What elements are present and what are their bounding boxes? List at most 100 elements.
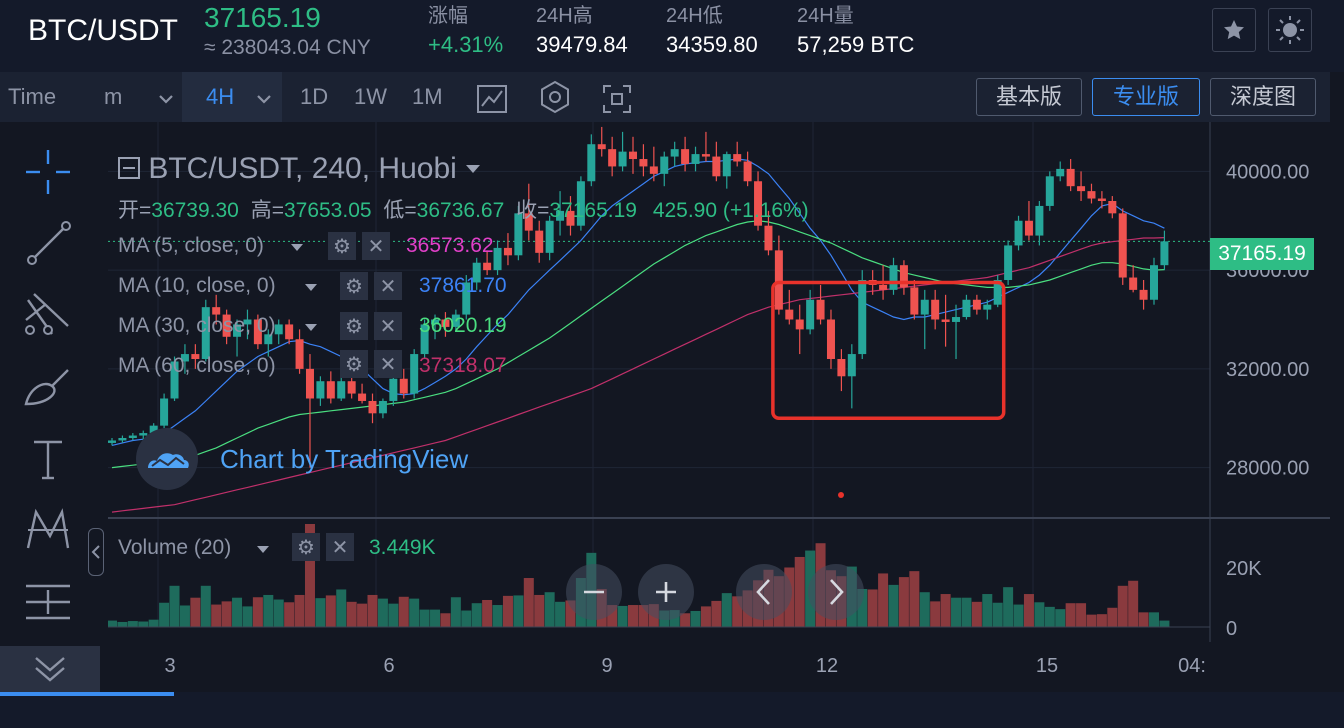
volume-bar bbox=[930, 601, 941, 627]
interval-1d[interactable]: 1D bbox=[300, 72, 328, 122]
price-tick-label: 28000.00 bbox=[1226, 458, 1309, 480]
volume-bar bbox=[1107, 607, 1118, 627]
chart-type-button[interactable] bbox=[476, 82, 508, 113]
crosshair-tool[interactable] bbox=[22, 146, 74, 198]
volume-bar bbox=[117, 621, 128, 627]
measure-tool[interactable] bbox=[22, 576, 74, 628]
close-icon: ✕ bbox=[379, 315, 397, 338]
minus-icon bbox=[584, 590, 604, 594]
interval-1w[interactable]: 1W bbox=[354, 72, 387, 122]
minute-label: m bbox=[104, 84, 123, 109]
candle-body bbox=[649, 166, 658, 174]
interval-4h-selector[interactable]: 4H bbox=[182, 72, 282, 122]
interval-1m[interactable]: 1M bbox=[412, 72, 443, 122]
view-pro-button[interactable]: 专业版 bbox=[1092, 78, 1200, 116]
ma5-remove-button[interactable]: ✕ bbox=[362, 232, 390, 260]
ma5-settings-button[interactable]: ⚙ bbox=[328, 232, 356, 260]
candle-body bbox=[1024, 220, 1033, 236]
candle-body bbox=[608, 149, 617, 167]
zoom-out-button[interactable] bbox=[566, 564, 622, 620]
ma30-settings-button[interactable]: ⚙ bbox=[340, 312, 368, 340]
candle-body bbox=[118, 438, 127, 441]
gear-icon: ⚙ bbox=[333, 235, 351, 258]
volume-bar bbox=[867, 589, 878, 627]
volume-bar bbox=[377, 598, 388, 627]
volume-bar bbox=[888, 584, 899, 627]
gear-icon: ⚙ bbox=[345, 353, 363, 376]
volume-bar bbox=[148, 619, 159, 627]
volume-bar bbox=[690, 610, 701, 627]
caret-down-icon[interactable] bbox=[304, 283, 318, 292]
time-tick-label: 15 bbox=[1036, 655, 1058, 677]
tradingview-logo bbox=[136, 428, 198, 490]
brush-tool[interactable] bbox=[22, 362, 74, 414]
pair-name[interactable]: BTC/USDT bbox=[28, 14, 178, 48]
crosshair-icon bbox=[26, 150, 70, 194]
stat-value: 34359.80 bbox=[666, 32, 758, 57]
volume-bar bbox=[982, 594, 993, 627]
collapse-tools-button[interactable] bbox=[0, 646, 100, 692]
candle-body bbox=[847, 354, 856, 377]
caret-down-icon[interactable] bbox=[465, 164, 481, 174]
candle-body bbox=[826, 319, 835, 359]
price-chart[interactable]: 40000.00 36000.00 32000.00 28000.00 20K 0 3 6 9 1… bbox=[108, 122, 1330, 677]
volume-bar bbox=[284, 602, 295, 627]
pitchfork-tool[interactable] bbox=[22, 290, 74, 342]
candle-body bbox=[274, 324, 283, 335]
gear-icon: ⚙ bbox=[345, 315, 363, 338]
ma10-settings-button[interactable]: ⚙ bbox=[340, 272, 368, 300]
volume-bar bbox=[544, 592, 555, 627]
volume-bar bbox=[502, 595, 513, 627]
volume-bar bbox=[628, 605, 638, 627]
volume-bar bbox=[450, 597, 461, 627]
ma30-remove-button[interactable]: ✕ bbox=[374, 312, 402, 340]
view-basic-button[interactable]: 基本版 bbox=[976, 78, 1082, 116]
candle-body bbox=[1118, 213, 1127, 278]
candle-body bbox=[503, 247, 512, 256]
scroll-right-button[interactable] bbox=[808, 564, 864, 620]
scroll-left-button[interactable] bbox=[736, 564, 792, 620]
candle-body bbox=[1160, 241, 1169, 266]
candle-body bbox=[681, 149, 690, 164]
volume-bar bbox=[357, 603, 368, 627]
theme-toggle-button[interactable] bbox=[1268, 8, 1312, 52]
fullscreen-button[interactable] bbox=[602, 82, 632, 113]
volume-remove-button[interactable]: ✕ bbox=[326, 533, 354, 561]
favorite-button[interactable] bbox=[1212, 8, 1256, 52]
time-label[interactable]: Time bbox=[8, 72, 56, 122]
caret-down-icon[interactable] bbox=[256, 545, 270, 554]
ma10-remove-button[interactable]: ✕ bbox=[374, 272, 402, 300]
text-tool[interactable] bbox=[22, 434, 74, 486]
view-depth-button[interactable]: 深度图 bbox=[1210, 78, 1316, 116]
candle-body bbox=[389, 378, 398, 401]
volume-bar bbox=[534, 594, 545, 627]
ma30-row: MA (30, close, 0) bbox=[118, 314, 276, 338]
candle-body bbox=[774, 250, 783, 310]
low-value: 36736.67 bbox=[416, 199, 505, 222]
expand-panel-handle[interactable] bbox=[88, 528, 104, 576]
chevron-right-icon bbox=[830, 579, 844, 605]
volume-settings-button[interactable]: ⚙ bbox=[292, 533, 320, 561]
minute-selector[interactable]: m bbox=[104, 72, 174, 122]
ma60-remove-button[interactable]: ✕ bbox=[374, 350, 402, 378]
volume-bar bbox=[346, 601, 357, 627]
candle-body bbox=[1097, 198, 1106, 201]
volume-bar bbox=[482, 599, 493, 627]
ma60-settings-button[interactable]: ⚙ bbox=[340, 350, 368, 378]
zoom-in-button[interactable] bbox=[638, 564, 694, 620]
collapse-legend-icon[interactable] bbox=[118, 157, 140, 179]
volume-bar bbox=[440, 613, 451, 627]
candle-body bbox=[691, 154, 700, 164]
volume-bar bbox=[127, 621, 138, 627]
pattern-tool[interactable] bbox=[22, 504, 74, 556]
indicators-button[interactable] bbox=[538, 80, 572, 114]
volume-bar bbox=[159, 602, 170, 627]
caret-down-icon[interactable] bbox=[290, 243, 304, 252]
last-price: 37165.19 bbox=[204, 2, 321, 33]
trend-line-tool[interactable] bbox=[22, 218, 74, 270]
high-value: 37653.05 bbox=[283, 199, 372, 222]
volume-bar bbox=[1128, 580, 1139, 627]
caret-down-icon[interactable] bbox=[304, 323, 318, 332]
candle-body bbox=[931, 299, 940, 320]
volume-bar bbox=[878, 573, 889, 627]
